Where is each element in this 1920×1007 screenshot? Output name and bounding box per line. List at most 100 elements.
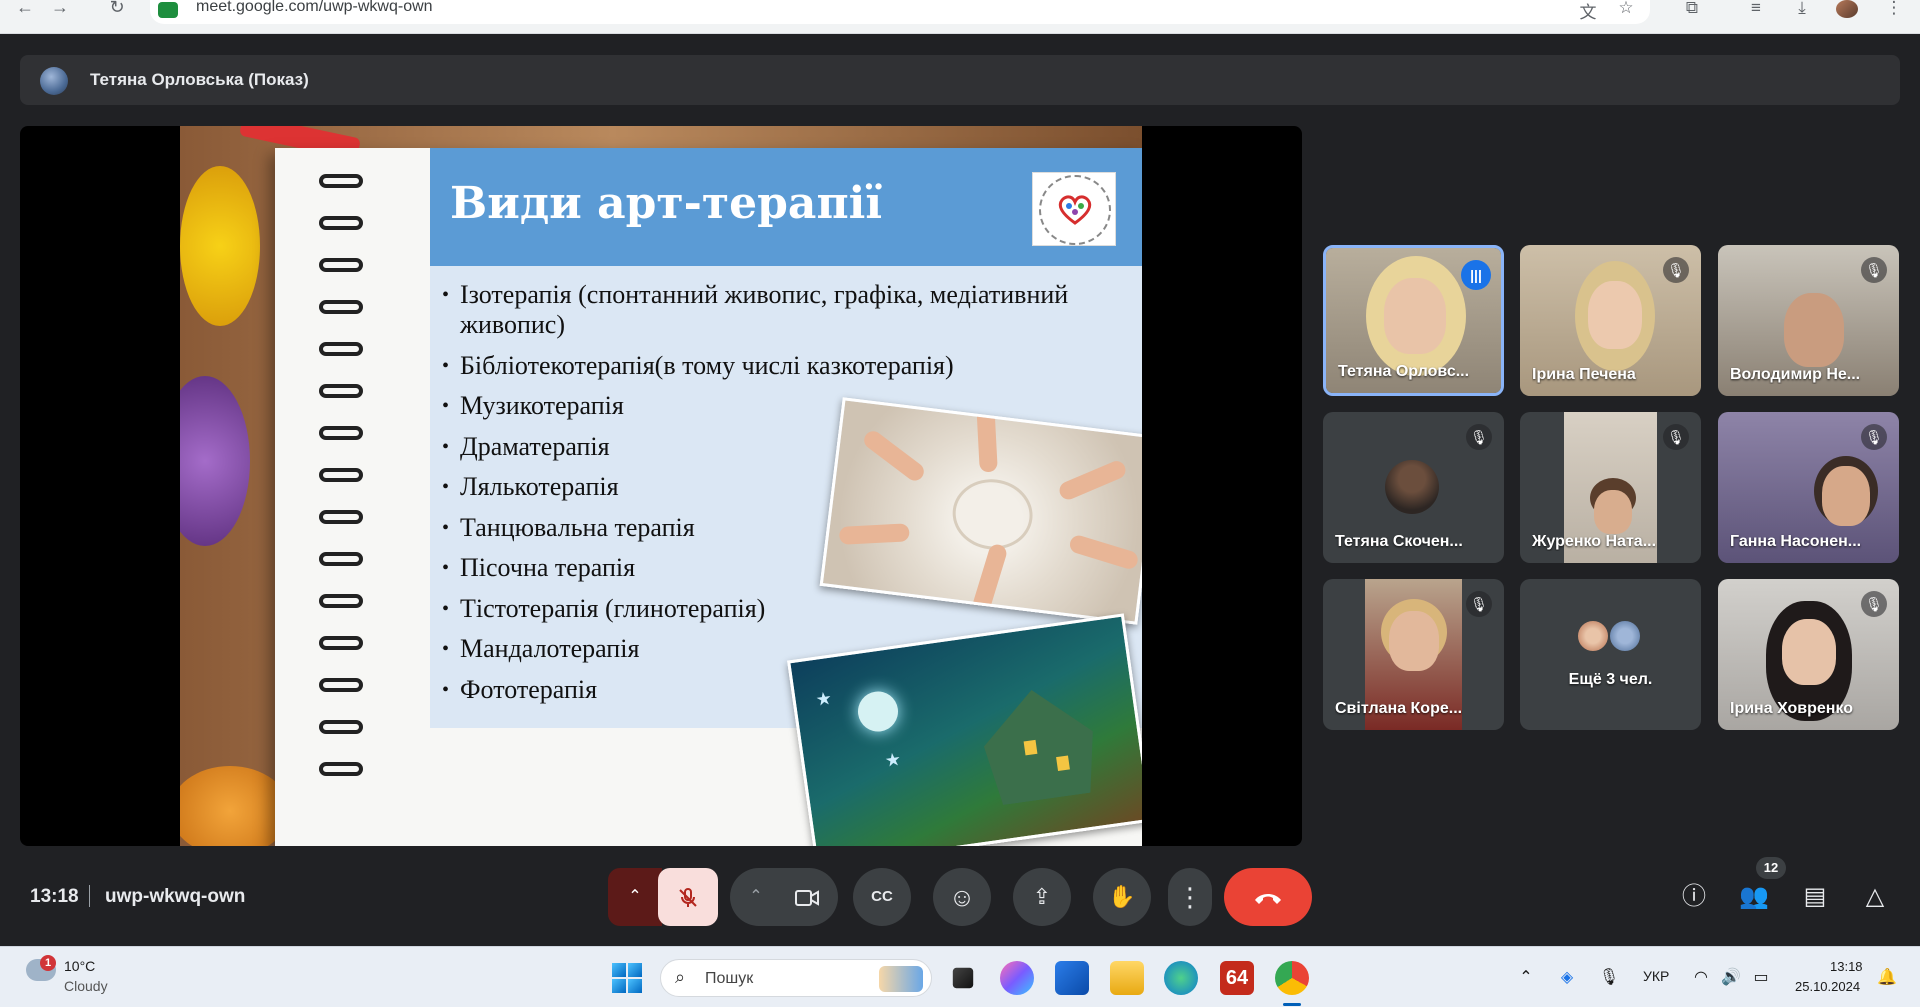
participant-tile[interactable]: 🎙 Світлана Коре... [1323, 579, 1504, 730]
spiral-ring [319, 216, 363, 230]
presentation-stage[interactable]: Види арт-терапії Ізотерапія (спонтанний … [20, 126, 1302, 846]
captions-button[interactable]: CC [853, 868, 911, 926]
video-options-button[interactable]: ⌃ [730, 868, 782, 926]
presentation-slide: Види арт-терапії Ізотерапія (спонтанний … [180, 126, 1142, 846]
hand-shape [838, 523, 910, 545]
app-64-icon[interactable]: 64 [1220, 961, 1254, 995]
clock-time[interactable]: 13:18 [1830, 959, 1863, 974]
present-screen-icon: ⇪ [1032, 884, 1052, 909]
participant-tile[interactable]: 🎙 Володимир Не... [1718, 245, 1899, 396]
url-text[interactable]: meet.google.com/uwp-wkwq-own [196, 0, 433, 16]
participant-tile[interactable]: 🎙 Ірина Печена [1520, 245, 1701, 396]
translate-icon[interactable]: 文 [1576, 0, 1600, 22]
weather-temperature[interactable]: 10°C [64, 958, 95, 974]
copilot-icon[interactable] [1000, 961, 1034, 995]
spiral-ring [319, 468, 363, 482]
spiral-ring [319, 510, 363, 524]
more-options-button[interactable]: ⋮ [1168, 868, 1212, 926]
mic-off-icon [679, 888, 697, 908]
info-icon[interactable]: ⓘ [1677, 880, 1711, 914]
end-call-icon [1255, 894, 1281, 905]
raise-hand-icon: ✋ [1108, 884, 1136, 909]
clock-date[interactable]: 25.10.2024 [1795, 979, 1860, 994]
participant-tile[interactable]: 🎙 Ірина Ховренко [1718, 579, 1899, 730]
others-tile[interactable]: Ещё 3 чел. [1520, 579, 1701, 730]
weather-description[interactable]: Cloudy [64, 978, 108, 994]
media-control-icon[interactable]: ≡ [1744, 0, 1768, 20]
captions-icon: CC [871, 888, 893, 905]
face-shape [1782, 619, 1836, 685]
tree-house-image [977, 682, 1101, 806]
list-item: Ізотерапія (спонтанний живопис, графіка,… [442, 280, 1142, 340]
reactions-button[interactable]: ☺ [933, 868, 991, 926]
more-vert-icon: ⋮ [1177, 882, 1203, 912]
task-view-icon[interactable] [952, 967, 974, 989]
participant-tile[interactable]: 🎙 Ганна Насонен... [1718, 412, 1899, 563]
shield-icon[interactable]: ◈ [1556, 967, 1578, 989]
camera-button[interactable] [776, 868, 838, 926]
participant-name: Журенко Ната... [1532, 533, 1657, 550]
hand-shape [1056, 458, 1129, 503]
mic-off-button[interactable] [658, 868, 718, 926]
window-light [1056, 755, 1070, 772]
microsoft-store-icon[interactable] [1055, 961, 1089, 995]
edge-browser-icon[interactable] [1164, 961, 1198, 995]
leave-call-button[interactable] [1224, 868, 1312, 926]
mic-off-icon: 🎙 [1466, 591, 1492, 617]
address-bar[interactable]: meet.google.com/uwp-wkwq-own 文 ☆ [150, 0, 1650, 24]
face-shape [1389, 611, 1439, 671]
extensions-icon[interactable]: ⧉ [1680, 0, 1704, 20]
participant-tile[interactable]: ||| Тетяна Орловс... [1323, 245, 1504, 396]
forward-arrow-icon[interactable]: → [45, 0, 75, 20]
browser-menu-icon[interactable]: ⋮ [1882, 0, 1906, 20]
face-shape [1384, 278, 1446, 354]
spiral-ring [319, 426, 363, 440]
sand-hands-photo [819, 397, 1142, 625]
volume-icon[interactable]: 🔊 [1720, 967, 1742, 989]
file-explorer-icon[interactable] [1110, 961, 1144, 995]
site-info-icon[interactable] [158, 2, 178, 18]
reload-icon[interactable]: ↻ [102, 0, 132, 20]
participant-name: Ірина Ховренко [1730, 700, 1854, 717]
chrome-icon[interactable] [1275, 961, 1309, 995]
present-screen-button[interactable]: ⇪ [1013, 868, 1071, 926]
battery-icon[interactable]: ▭ [1750, 967, 1772, 989]
star-icon: ★ [883, 748, 903, 771]
search-placeholder[interactable]: Пошук [705, 970, 753, 988]
spiral-ring [319, 552, 363, 566]
chevron-up-icon[interactable]: ⌃ [1515, 967, 1537, 989]
slide-title-band: Види арт-терапії [430, 148, 1142, 266]
participant-tile[interactable]: 🎙 Журенко Ната... [1520, 412, 1701, 563]
camera-icon [795, 890, 819, 907]
microphone-icon[interactable]: 🎙 [1598, 967, 1620, 989]
spiral-ring [319, 720, 363, 734]
divider [89, 885, 90, 907]
back-arrow-icon[interactable]: ← [10, 0, 40, 20]
taskbar-search[interactable]: ⌕ Пошук [660, 959, 932, 997]
raise-hand-button[interactable]: ✋ [1093, 868, 1151, 926]
spiral-ring [319, 258, 363, 272]
people-icon[interactable]: 👥 [1737, 880, 1771, 914]
mic-off-icon: 🎙 [1861, 424, 1887, 450]
art-therapy-logo [1032, 172, 1116, 246]
language-indicator[interactable]: УКР [1643, 968, 1669, 984]
notifications-bell-icon[interactable]: 🔔 [1876, 967, 1898, 989]
profile-avatar[interactable] [1836, 0, 1858, 18]
presenter-banner: Тетяна Орловська (Показ) [20, 55, 1900, 105]
audio-options-button[interactable]: ⌃ [608, 868, 662, 926]
activities-icon[interactable]: △ [1858, 880, 1892, 914]
face-shape [1784, 293, 1844, 367]
chat-icon[interactable]: ▤ [1798, 880, 1832, 914]
participant-name: Світлана Коре... [1335, 700, 1463, 717]
hand-shape [1067, 533, 1140, 572]
bookmark-star-icon[interactable]: ☆ [1614, 0, 1638, 20]
browser-toolbar: ← → ↻ meet.google.com/uwp-wkwq-own 文 ☆ ⧉… [0, 0, 1920, 34]
wifi-icon[interactable]: ◠ [1690, 967, 1712, 989]
participant-tile[interactable]: 🎙 Тетяна Скочен... [1323, 412, 1504, 563]
participant-name: Тетяна Скочен... [1335, 533, 1463, 550]
face-shape [1588, 281, 1642, 349]
search-highlight-image [879, 966, 923, 992]
download-icon[interactable]: ⤓ [1790, 0, 1814, 20]
start-button[interactable] [612, 963, 642, 993]
list-item: Музикотерапія [442, 391, 1142, 421]
